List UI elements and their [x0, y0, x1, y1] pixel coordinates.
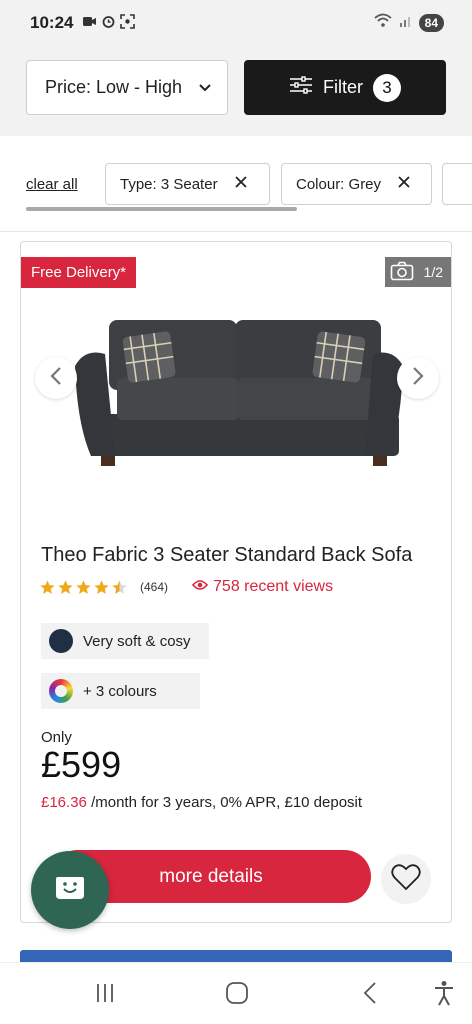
product-title[interactable]: Theo Fabric 3 Seater Standard Back Sofa: [41, 544, 412, 567]
video-call-icon: [82, 14, 97, 29]
status-bar: 10:24 84: [0, 0, 472, 44]
finance-text: /month for 3 years, 0% APR, £10 deposit: [91, 794, 363, 811]
filter-chip-more[interactable]: [442, 163, 472, 205]
recent-apps-icon: [93, 982, 117, 1009]
half-star-icon: [112, 579, 127, 594]
alarm-icon: [101, 14, 116, 29]
recent-views: 758 recent views: [191, 578, 334, 596]
star-icon: [58, 579, 73, 594]
chevron-right-icon: [411, 366, 425, 391]
screenshot-icon: [120, 14, 135, 29]
photo-counter: 1/2: [385, 257, 451, 287]
next-image-button[interactable]: [397, 357, 439, 399]
heart-icon: [391, 863, 421, 896]
recent-apps-button[interactable]: [91, 981, 119, 1009]
star-icon: [76, 579, 91, 594]
back-icon: [362, 981, 378, 1010]
comfort-icon: [49, 629, 73, 653]
active-filters: clear all Type: 3 Seater Colour: Grey: [0, 136, 472, 232]
feature-colours[interactable]: + 3 colours: [41, 673, 200, 709]
product-image[interactable]: [69, 314, 409, 474]
finance-info: £16.36 /month for 3 years, 0% APR, £10 d…: [41, 794, 362, 811]
rating-row: (464) 758 recent views: [39, 578, 333, 596]
status-time: 10:24: [30, 13, 74, 32]
sliders-icon: [289, 75, 313, 100]
finance-amount: £16.36: [41, 794, 87, 811]
notification-icons: [82, 14, 135, 29]
signal-icon: [399, 14, 413, 33]
star-rating: [39, 579, 128, 596]
accessibility-button[interactable]: [430, 980, 458, 1011]
product-price: £599: [41, 744, 122, 785]
filter-chip-colour-label: Colour: Grey: [296, 175, 382, 193]
system-nav-bar: [0, 962, 472, 1024]
close-icon[interactable]: [397, 175, 411, 193]
camera-icon: [390, 261, 414, 284]
battery-indicator: 84: [418, 14, 444, 32]
status-right: 84: [373, 13, 444, 33]
filter-button[interactable]: Filter 3: [244, 60, 446, 115]
eye-icon: [191, 578, 209, 596]
product-card[interactable]: Free Delivery* 1/2 Theo Fabric 3 Seater …: [20, 241, 452, 923]
sort-select[interactable]: Price: Low - High: [26, 60, 228, 115]
filter-chip-colour[interactable]: Colour: Grey: [281, 163, 432, 205]
chevron-left-icon: [49, 366, 63, 391]
wishlist-button[interactable]: [381, 854, 431, 904]
filter-label: Filter: [323, 77, 363, 97]
filter-count-badge: 3: [373, 73, 401, 102]
chevron-down-icon: [197, 79, 213, 100]
wifi-icon: [373, 13, 393, 33]
home-icon: [225, 981, 249, 1010]
feature-soft: Very soft & cosy: [41, 623, 209, 659]
clear-all-link[interactable]: clear all: [26, 176, 78, 193]
chat-button[interactable]: [31, 851, 109, 929]
star-icon: [40, 579, 55, 594]
filter-chip-type[interactable]: Type: 3 Seater: [105, 163, 270, 205]
chips-scrollbar[interactable]: [26, 207, 297, 211]
sort-label: Price: Low - High: [45, 77, 183, 97]
previous-image-button[interactable]: [35, 357, 77, 399]
recent-views-text: 758 recent views: [213, 578, 334, 595]
star-icon: [94, 579, 109, 594]
accessibility-icon: [433, 980, 455, 1011]
sort-filter-bar: Price: Low - High Filter 3: [0, 44, 472, 136]
close-icon[interactable]: [234, 175, 248, 193]
filter-chip-type-label: Type: 3 Seater: [120, 175, 218, 193]
home-button[interactable]: [223, 981, 251, 1009]
photo-counter-text: 1/2: [423, 264, 443, 280]
free-delivery-badge: Free Delivery*: [21, 257, 137, 288]
review-count[interactable]: (464): [140, 580, 168, 594]
feature-soft-label: Very soft & cosy: [83, 632, 191, 650]
colour-wheel-icon: [49, 679, 73, 703]
back-button[interactable]: [356, 981, 384, 1009]
chat-bag-icon: [54, 873, 86, 908]
feature-colours-label: + 3 colours: [83, 682, 157, 700]
